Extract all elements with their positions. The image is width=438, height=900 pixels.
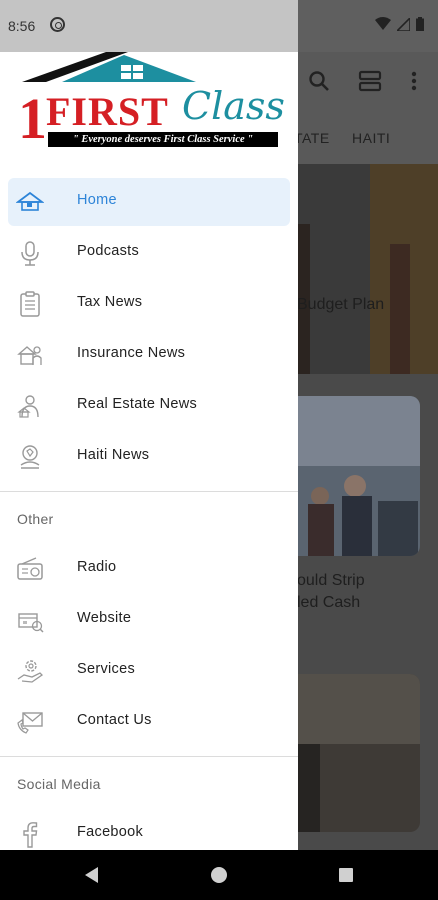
haiti-icon: [20, 445, 40, 469]
home-icon[interactable]: [210, 850, 228, 900]
clipboard-icon: [20, 291, 40, 317]
menu-item-contact-us[interactable]: Contact Us: [8, 698, 290, 746]
menu-item-radio[interactable]: Radio: [8, 545, 290, 593]
menu-label: Tax News: [77, 294, 143, 310]
menu-item-haiti-news[interactable]: Haiti News: [8, 433, 290, 481]
facebook-icon: [23, 822, 38, 848]
menu-label: Facebook: [77, 824, 144, 840]
divider: [0, 491, 298, 492]
section-header-social-media: Social Media: [17, 776, 101, 792]
menu-item-facebook[interactable]: Facebook: [8, 810, 290, 850]
radio-icon: [17, 557, 43, 580]
app-logo: 1 FIRST Class " Everyone deserves First …: [0, 52, 298, 164]
system-nav-bar: [0, 850, 438, 900]
news-card-title[interactable]: ould Strip: [297, 570, 365, 592]
news-card-image[interactable]: [280, 396, 420, 556]
search-icon[interactable]: [308, 70, 330, 92]
mail-icon: [17, 712, 43, 734]
status-icons: [375, 17, 424, 31]
back-icon[interactable]: [82, 850, 102, 900]
realtor-icon: [17, 395, 39, 418]
menu-item-podcasts[interactable]: Podcasts: [8, 229, 290, 277]
signal-icon: [397, 17, 410, 31]
layout-toggle-icon[interactable]: [358, 70, 382, 92]
divider: [0, 756, 298, 757]
menu-item-website[interactable]: Website: [8, 596, 290, 644]
status-time: 8:56: [8, 18, 36, 34]
news-card-image[interactable]: [280, 674, 420, 832]
logo-tagline: " Everyone deserves First Class Service …: [48, 132, 278, 147]
insurance-icon: [17, 346, 42, 365]
house-icon: [16, 191, 44, 211]
menu-label: Haiti News: [77, 447, 150, 463]
tab-real-estate[interactable]: TATE: [294, 130, 330, 146]
menu-label: Insurance News: [77, 345, 186, 361]
menu-item-real-estate-news[interactable]: Real Estate News: [8, 382, 290, 430]
menu-item-services[interactable]: Services: [8, 647, 290, 695]
menu-label: Real Estate News: [77, 396, 198, 412]
battery-icon: [416, 17, 424, 31]
more-vert-icon[interactable]: [410, 70, 418, 92]
menu-label: Contact Us: [77, 712, 152, 728]
menu-label: Services: [77, 661, 135, 677]
menu-label: Radio: [77, 559, 117, 575]
wifi-icon: [375, 17, 391, 30]
services-icon: [17, 660, 44, 683]
drawer-status-bar: 8:56: [0, 0, 298, 52]
section-header-other: Other: [17, 511, 54, 527]
news-card-title[interactable]: Budget Plan: [297, 294, 384, 316]
microphone-icon: [21, 241, 39, 266]
menu-item-home[interactable]: Home: [8, 178, 290, 226]
website-icon: [18, 613, 44, 633]
data-saver-icon: [50, 17, 65, 32]
logo-number: 1: [18, 86, 47, 151]
menu-label: Podcasts: [77, 243, 140, 259]
news-card-title[interactable]: led Cash: [297, 592, 360, 614]
menu-item-tax-news[interactable]: Tax News: [8, 280, 290, 328]
logo-class-text: Class: [182, 84, 285, 128]
logo-first-text: FIRST: [46, 89, 169, 134]
navigation-drawer: 8:56 1 FIRST Class " Everyone deserves F…: [0, 0, 298, 850]
menu-label: Website: [77, 610, 132, 626]
menu-label: Home: [77, 192, 117, 208]
recents-icon[interactable]: [337, 850, 355, 900]
menu-item-insurance-news[interactable]: Insurance News: [8, 331, 290, 379]
tab-haiti[interactable]: HAITI: [352, 130, 390, 146]
